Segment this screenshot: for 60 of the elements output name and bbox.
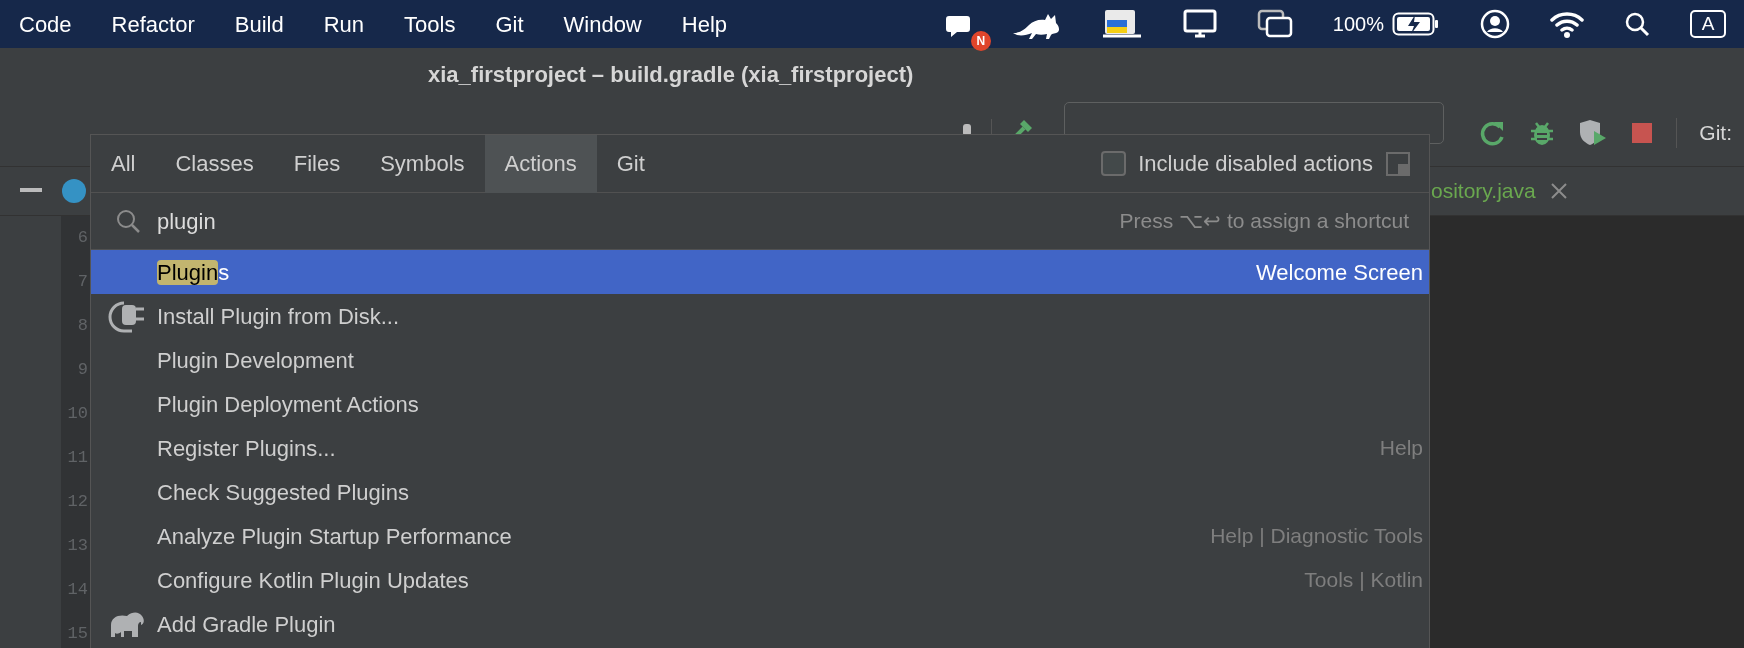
result-category: Help [1379,435,1423,462]
result-item[interactable]: Configure Kotlin Plugin Updates Tools | Kotlin [91,558,1429,602]
result-label: Configure Kotlin Plugin Updates [157,566,469,595]
result-item[interactable]: Analyze Plugin Startup Performance Help | Diagnostic Tools [91,514,1429,558]
popup-tab[interactable]: Git [596,134,665,193]
popup-tab[interactable]: Classes [155,134,274,193]
flag-icon[interactable] [1100,8,1143,40]
result-label: Plugins [157,258,230,287]
search-icon[interactable] [1624,11,1650,37]
menu-item[interactable]: Git [475,7,544,41]
result-label: Plugin Deployment Actions [157,390,419,419]
search-icon [115,208,141,234]
result-label: Plugin Development [157,346,354,375]
shortcut-hint: Press ⌥↩ to assign a shortcut [1119,208,1409,235]
window-title: xia_firstproject – build.gradle (xia_firstproject) [428,60,914,89]
result-label: Install Plugin from Disk... [157,302,400,331]
result-category: Help | Diagnostic Tools [1210,523,1423,550]
stop-icon[interactable] [1630,121,1655,145]
monitor-icon[interactable] [1182,9,1217,39]
checkbox-label[interactable]: Include disabled actions [1138,147,1373,180]
menu-item[interactable]: Help [661,7,747,41]
battery-icon[interactable] [1392,11,1440,37]
result-label: Check Suggested Plugins [157,478,409,507]
user-icon[interactable] [1480,9,1510,39]
checkbox[interactable] [1101,151,1127,176]
minimize-icon[interactable] [19,188,42,194]
result-item[interactable]: Plugins Welcome Screen [91,250,1429,294]
notification-badge: N [970,30,991,51]
popup-tab[interactable]: Actions [484,134,597,193]
result-category: Tools | Kotlin [1304,567,1423,594]
git-label: Git: [1699,120,1732,147]
screens-icon[interactable] [1256,9,1293,39]
menu-item[interactable]: Refactor [91,7,215,41]
plug-icon [108,299,146,333]
result-item[interactable]: Register Plugins... Help [91,426,1429,470]
menu-item[interactable]: Run [303,7,385,41]
result-item[interactable]: Add Gradle Plugin [91,602,1429,646]
input-source-indicator[interactable]: A [1690,10,1726,38]
result-item[interactable]: Check Suggested Plugins [91,470,1429,514]
popup-tab[interactable]: All [91,134,156,193]
menu-item[interactable]: Tools [384,7,476,41]
result-item[interactable]: Plugin Deployment Actions [91,382,1429,426]
menu-item[interactable]: Build [214,7,304,41]
result-label: Add Gradle Plugin [157,610,336,639]
class-icon[interactable] [61,178,87,204]
battery-percentage: 100% [1332,12,1384,37]
popup-tab[interactable]: Symbols [360,134,485,193]
search-field[interactable]: plugin [157,204,457,238]
result-category: Welcome Screen [1255,258,1423,287]
result-label: Register Plugins... [157,434,336,463]
close-icon[interactable] [1549,182,1568,200]
wifi-icon[interactable] [1550,10,1584,38]
editor-tab[interactable]: ository.java [1431,175,1536,207]
popup-tab[interactable]: Files [273,134,361,193]
menu-item[interactable]: Window [543,7,662,41]
result-item[interactable]: Plugin Development [91,338,1429,382]
chat-bubble-icon[interactable] [944,13,971,38]
result-item[interactable]: Install Plugin from Disk... [91,294,1429,338]
result-label: Analyze Plugin Startup Performance [157,522,512,551]
menu-item[interactable]: Code [0,7,92,41]
